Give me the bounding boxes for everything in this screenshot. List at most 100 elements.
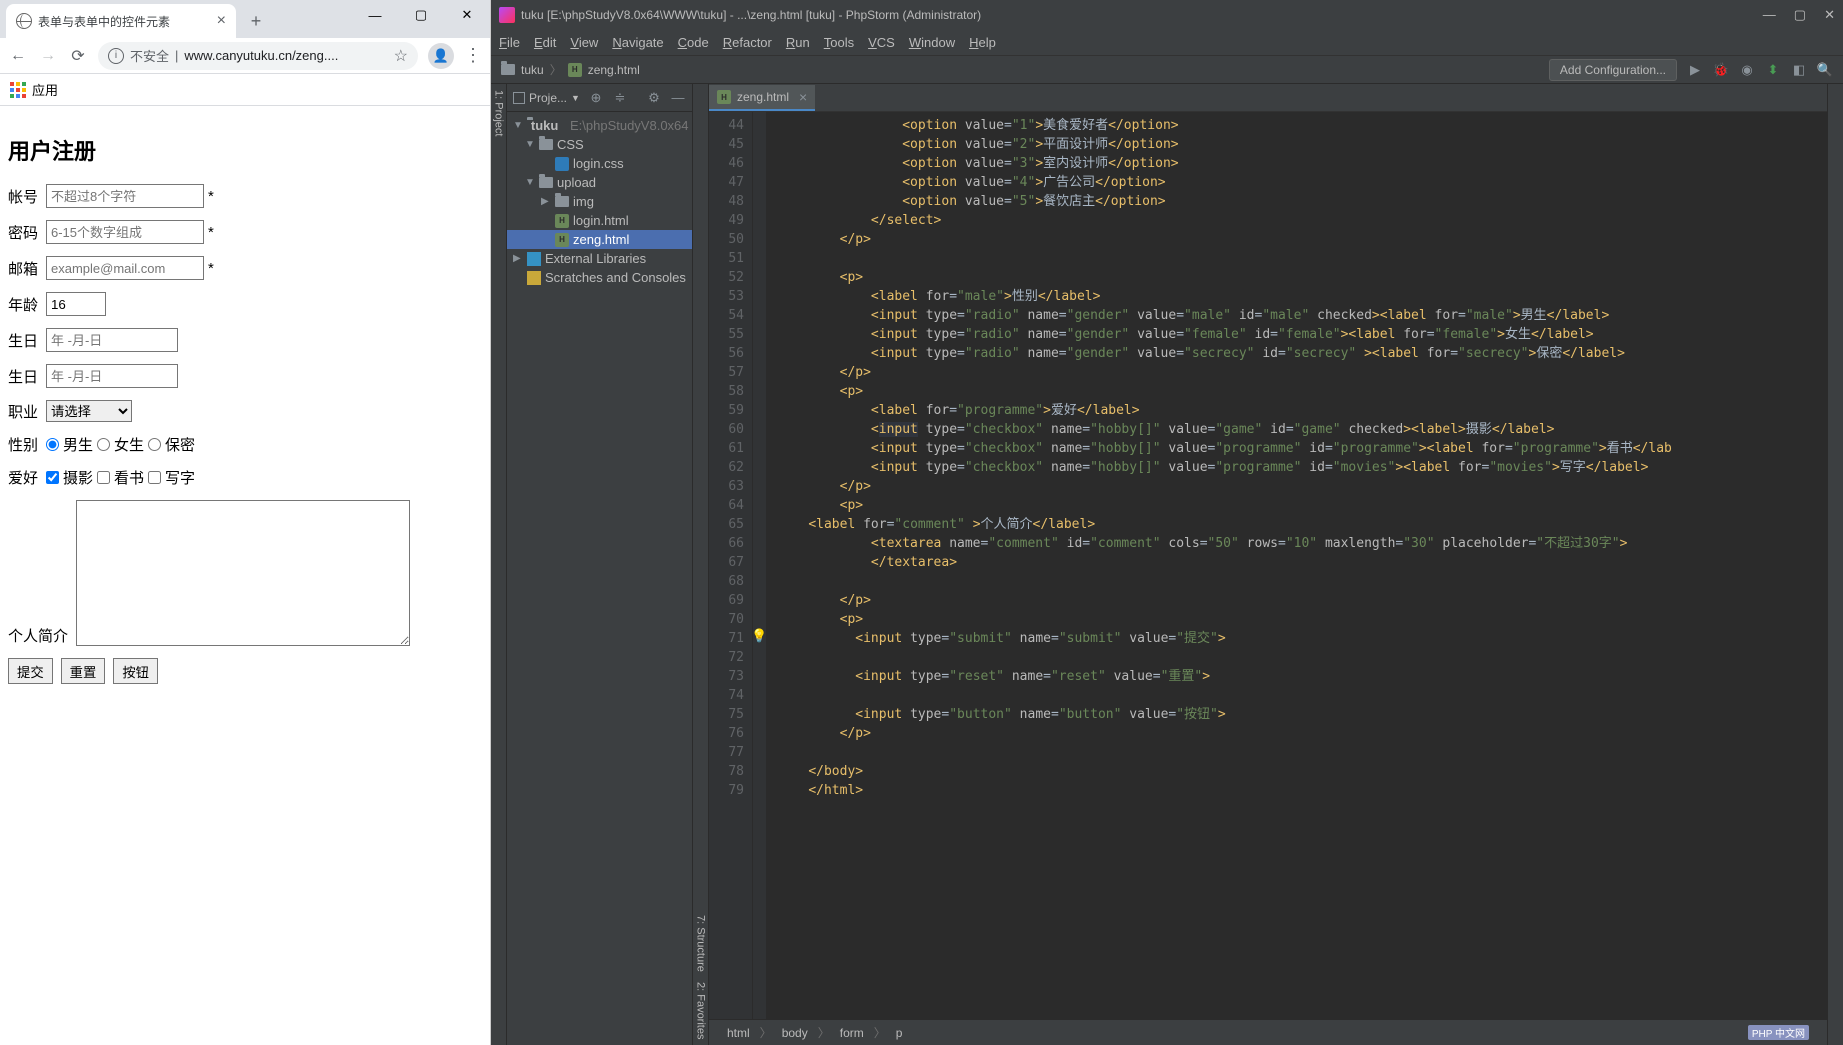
chrome-menu-icon[interactable]: ⋮ bbox=[464, 45, 482, 66]
git-icon[interactable]: ⬍ bbox=[1765, 62, 1781, 78]
tree-file-loginhtml[interactable]: H login.html bbox=[507, 211, 692, 230]
tree-external-libraries[interactable]: ▶ External Libraries bbox=[507, 249, 692, 268]
breadcrumb-file[interactable]: zeng.html bbox=[588, 63, 640, 77]
menu-run[interactable]: Run bbox=[786, 35, 810, 50]
project-tool-button[interactable]: 1: Project bbox=[493, 90, 505, 136]
search-everywhere-icon[interactable]: 🔍 bbox=[1817, 62, 1833, 78]
window-close-icon[interactable]: ✕ bbox=[444, 0, 490, 30]
tree-scratches[interactable]: Scratches and Consoles bbox=[507, 268, 692, 287]
ide-minimize-icon[interactable]: — bbox=[1763, 7, 1776, 23]
add-configuration-button[interactable]: Add Configuration... bbox=[1549, 59, 1677, 81]
debug-icon[interactable]: 🐞 bbox=[1713, 62, 1729, 78]
run-icon[interactable]: ▶ bbox=[1687, 62, 1703, 78]
ide-status-bar: html〉 body〉 form〉 p PHP 中文网 bbox=[709, 1019, 1827, 1045]
breadcrumb-item[interactable]: html bbox=[727, 1026, 750, 1040]
favorites-tool-button[interactable]: 2: Favorites bbox=[695, 982, 707, 1039]
generic-button[interactable] bbox=[113, 658, 158, 684]
password-input[interactable] bbox=[46, 220, 204, 244]
gender-male-label: 男生 bbox=[63, 434, 93, 455]
ide-menubar: File Edit View Navigate Code Refactor Run Tools… bbox=[491, 30, 1843, 56]
menu-navigate[interactable]: Navigate bbox=[612, 35, 663, 50]
code-editor[interactable]: 44 45 46 47 48 49 50 51 52 53 54 55 56 5… bbox=[709, 112, 1827, 1019]
gender-secret-radio[interactable] bbox=[148, 438, 161, 451]
hide-icon[interactable]: — bbox=[670, 90, 686, 106]
tree-folder-upload[interactable]: ▼ upload bbox=[507, 173, 692, 192]
locate-icon[interactable]: ⊕ bbox=[588, 90, 604, 106]
ide-close-icon[interactable]: ✕ bbox=[1824, 7, 1835, 23]
intention-bulb-icon[interactable]: 💡 bbox=[751, 629, 765, 643]
menu-view[interactable]: View bbox=[570, 35, 598, 50]
editor-tab[interactable]: H zeng.html × bbox=[709, 85, 815, 111]
menu-help[interactable]: Help bbox=[969, 35, 996, 50]
chrome-tab-strip: 表单与表单中的控件元素 × + — ▢ ✕ bbox=[0, 0, 490, 38]
hobby-write-checkbox[interactable] bbox=[148, 471, 161, 484]
code-area[interactable]: <option value="1">美食爱好者</option> <option… bbox=[767, 112, 1827, 1019]
birth1-input[interactable] bbox=[46, 328, 178, 352]
window-minimize-icon[interactable]: — bbox=[352, 0, 398, 30]
menu-tools[interactable]: Tools bbox=[824, 35, 854, 50]
tree-folder-img[interactable]: ▶ img bbox=[507, 192, 692, 211]
tree-folder-css[interactable]: ▼ CSS bbox=[507, 135, 692, 154]
url-text: www.canyutuku.cn/zeng.... bbox=[184, 48, 338, 63]
forward-button[interactable]: → bbox=[38, 46, 58, 66]
site-info-icon[interactable]: i bbox=[108, 48, 124, 64]
hobby-photo-label: 摄影 bbox=[63, 467, 93, 488]
coverage-icon[interactable]: ◉ bbox=[1739, 62, 1755, 78]
account-input[interactable] bbox=[46, 184, 204, 208]
structure-tool-button[interactable]: 7: Structure bbox=[695, 915, 707, 972]
breadcrumb-item[interactable]: body bbox=[782, 1026, 808, 1040]
tree-file-logincss[interactable]: login.css bbox=[507, 154, 692, 173]
tree-root[interactable]: ▼ tuku E:\phpStudyV8.0x64 bbox=[507, 116, 692, 135]
tree-file-zenghtml[interactable]: H zeng.html bbox=[507, 230, 692, 249]
breadcrumb-item[interactable]: p bbox=[896, 1026, 903, 1040]
profile-avatar-icon[interactable]: 👤 bbox=[428, 43, 454, 69]
gender-male-radio[interactable] bbox=[46, 438, 59, 451]
birth2-input[interactable] bbox=[46, 364, 178, 388]
email-input[interactable] bbox=[46, 256, 204, 280]
job-select[interactable]: 请选择 bbox=[46, 400, 132, 422]
bookmark-star-icon[interactable]: ☆ bbox=[394, 46, 408, 66]
reset-button[interactable] bbox=[61, 658, 106, 684]
menu-vcs[interactable]: VCS bbox=[868, 35, 895, 50]
window-maximize-icon[interactable]: ▢ bbox=[398, 0, 444, 30]
project-tree-panel: Proje...▼ ⊕ ≑ ⚙ — ▼ tuku E:\phpStudyV8.0… bbox=[507, 84, 693, 1045]
folder-icon bbox=[555, 196, 569, 207]
ide-maximize-icon[interactable]: ▢ bbox=[1794, 7, 1806, 23]
reload-button[interactable]: ⟳ bbox=[68, 46, 88, 66]
tab-close-icon[interactable]: × bbox=[217, 12, 226, 30]
menu-refactor[interactable]: Refactor bbox=[723, 35, 772, 50]
back-button[interactable]: ← bbox=[8, 46, 28, 66]
hobby-read-checkbox[interactable] bbox=[97, 471, 110, 484]
hobby-photo-checkbox[interactable] bbox=[46, 471, 59, 484]
editor-tabs: H zeng.html × bbox=[709, 84, 1827, 112]
hobby-write-label: 写字 bbox=[165, 467, 195, 488]
intro-textarea[interactable] bbox=[76, 500, 410, 646]
menu-edit[interactable]: Edit bbox=[534, 35, 556, 50]
update-icon[interactable]: ◧ bbox=[1791, 62, 1807, 78]
browser-tab[interactable]: 表单与表单中的控件元素 × bbox=[6, 4, 236, 38]
folder-icon bbox=[501, 64, 515, 75]
intro-label: 个人简介 bbox=[8, 625, 72, 646]
menu-file[interactable]: File bbox=[499, 35, 520, 50]
globe-icon bbox=[16, 13, 32, 29]
menu-window[interactable]: Window bbox=[909, 35, 955, 50]
breadcrumb-item[interactable]: form bbox=[840, 1026, 864, 1040]
collapse-icon[interactable]: ≑ bbox=[612, 90, 628, 106]
folder-icon bbox=[539, 177, 553, 188]
html-file-icon: H bbox=[568, 63, 582, 77]
menu-code[interactable]: Code bbox=[678, 35, 709, 50]
close-icon[interactable]: × bbox=[799, 89, 807, 105]
age-input[interactable] bbox=[46, 292, 106, 316]
phpstorm-logo-icon bbox=[499, 7, 515, 23]
submit-button[interactable] bbox=[8, 658, 53, 684]
gender-female-radio[interactable] bbox=[97, 438, 110, 451]
project-header[interactable]: Proje...▼ bbox=[513, 91, 580, 105]
apps-label[interactable]: 应用 bbox=[32, 80, 58, 99]
breadcrumb-root[interactable]: tuku bbox=[521, 63, 544, 77]
new-tab-button[interactable]: + bbox=[242, 7, 270, 35]
apps-icon[interactable] bbox=[10, 82, 26, 98]
url-field[interactable]: i 不安全 | www.canyutuku.cn/zeng.... ☆ bbox=[98, 42, 418, 70]
page-title: 用户注册 bbox=[8, 134, 482, 166]
gear-icon[interactable]: ⚙ bbox=[646, 90, 662, 106]
css-file-icon bbox=[555, 157, 569, 171]
